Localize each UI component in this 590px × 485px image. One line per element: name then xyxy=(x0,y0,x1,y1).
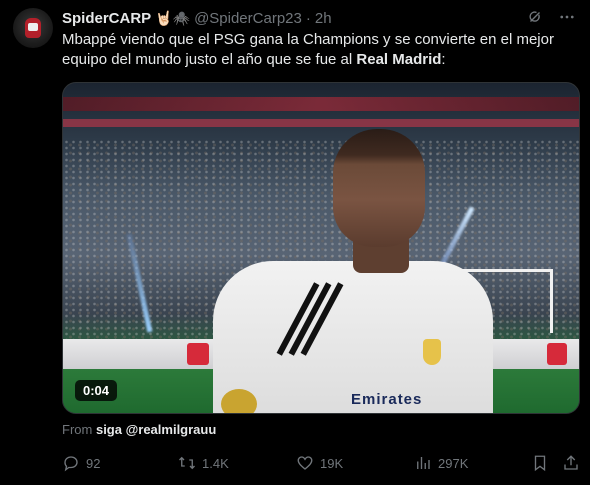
tweet-text-main: Mbappé viendo que el PSG gana la Champio… xyxy=(62,31,554,68)
bookmark-button[interactable] xyxy=(531,452,549,474)
shirt-badge xyxy=(221,389,257,413)
avatar[interactable] xyxy=(13,8,53,48)
heart-icon xyxy=(296,454,314,472)
tweet-text-end: : xyxy=(441,51,446,68)
source-link[interactable]: siga @realmilgrauu xyxy=(96,422,216,437)
stadium-banner xyxy=(63,119,579,127)
retweet-count: 1.4K xyxy=(202,455,229,471)
retweet-button[interactable]: 1.4K xyxy=(178,452,229,474)
grok-icon[interactable] xyxy=(526,8,544,26)
name-emojis: 🤘🏻🕷️ xyxy=(155,10,191,26)
video-duration: 0:04 xyxy=(75,380,118,401)
reply-count: 92 xyxy=(86,455,101,471)
views-count: 297K xyxy=(438,455,469,471)
reply-button[interactable]: 92 xyxy=(62,452,100,474)
shirt-sponsor: Emirates xyxy=(351,391,423,408)
tweet-text: Mbappé viendo que el PSG gana la Champio… xyxy=(62,30,572,70)
separator-dot: · xyxy=(305,9,311,27)
timestamp[interactable]: 2h xyxy=(315,10,332,27)
views-button[interactable]: 297K xyxy=(414,452,468,474)
tweet-text-bold: Real Madrid xyxy=(356,51,442,68)
share-icon xyxy=(562,454,580,472)
ad-mark xyxy=(187,343,209,365)
reply-icon xyxy=(62,454,80,472)
media-source: From siga @realmilgrauu xyxy=(62,422,216,437)
bookmark-icon xyxy=(531,454,549,472)
stadium-ribbon xyxy=(63,97,579,111)
action-bar: 92 1.4K 19K 297K xyxy=(62,452,578,474)
avatar-figure xyxy=(25,18,41,38)
tweet[interactable]: SpiderCARP 🤘🏻🕷️ @SpiderCarp23 · 2h Mbapp… xyxy=(0,0,590,485)
player-head xyxy=(333,129,425,247)
share-button[interactable] xyxy=(562,452,580,474)
tweet-top-icons xyxy=(526,8,576,26)
more-icon[interactable] xyxy=(558,8,576,26)
views-icon xyxy=(414,454,432,472)
club-crest xyxy=(423,339,441,365)
like-count: 19K xyxy=(320,455,344,471)
video-player[interactable]: Emirates 0:04 xyxy=(62,82,580,414)
like-button[interactable]: 19K xyxy=(296,452,343,474)
ad-mark-right xyxy=(547,343,567,365)
player: Emirates xyxy=(213,129,493,413)
display-name[interactable]: SpiderCARP xyxy=(62,10,151,27)
tweet-header: SpiderCARP 🤘🏻🕷️ @SpiderCarp23 · 2h xyxy=(62,8,332,28)
retweet-icon xyxy=(178,454,196,472)
handle[interactable]: @SpiderCarp23 xyxy=(194,10,302,27)
source-prefix: From xyxy=(62,422,93,437)
